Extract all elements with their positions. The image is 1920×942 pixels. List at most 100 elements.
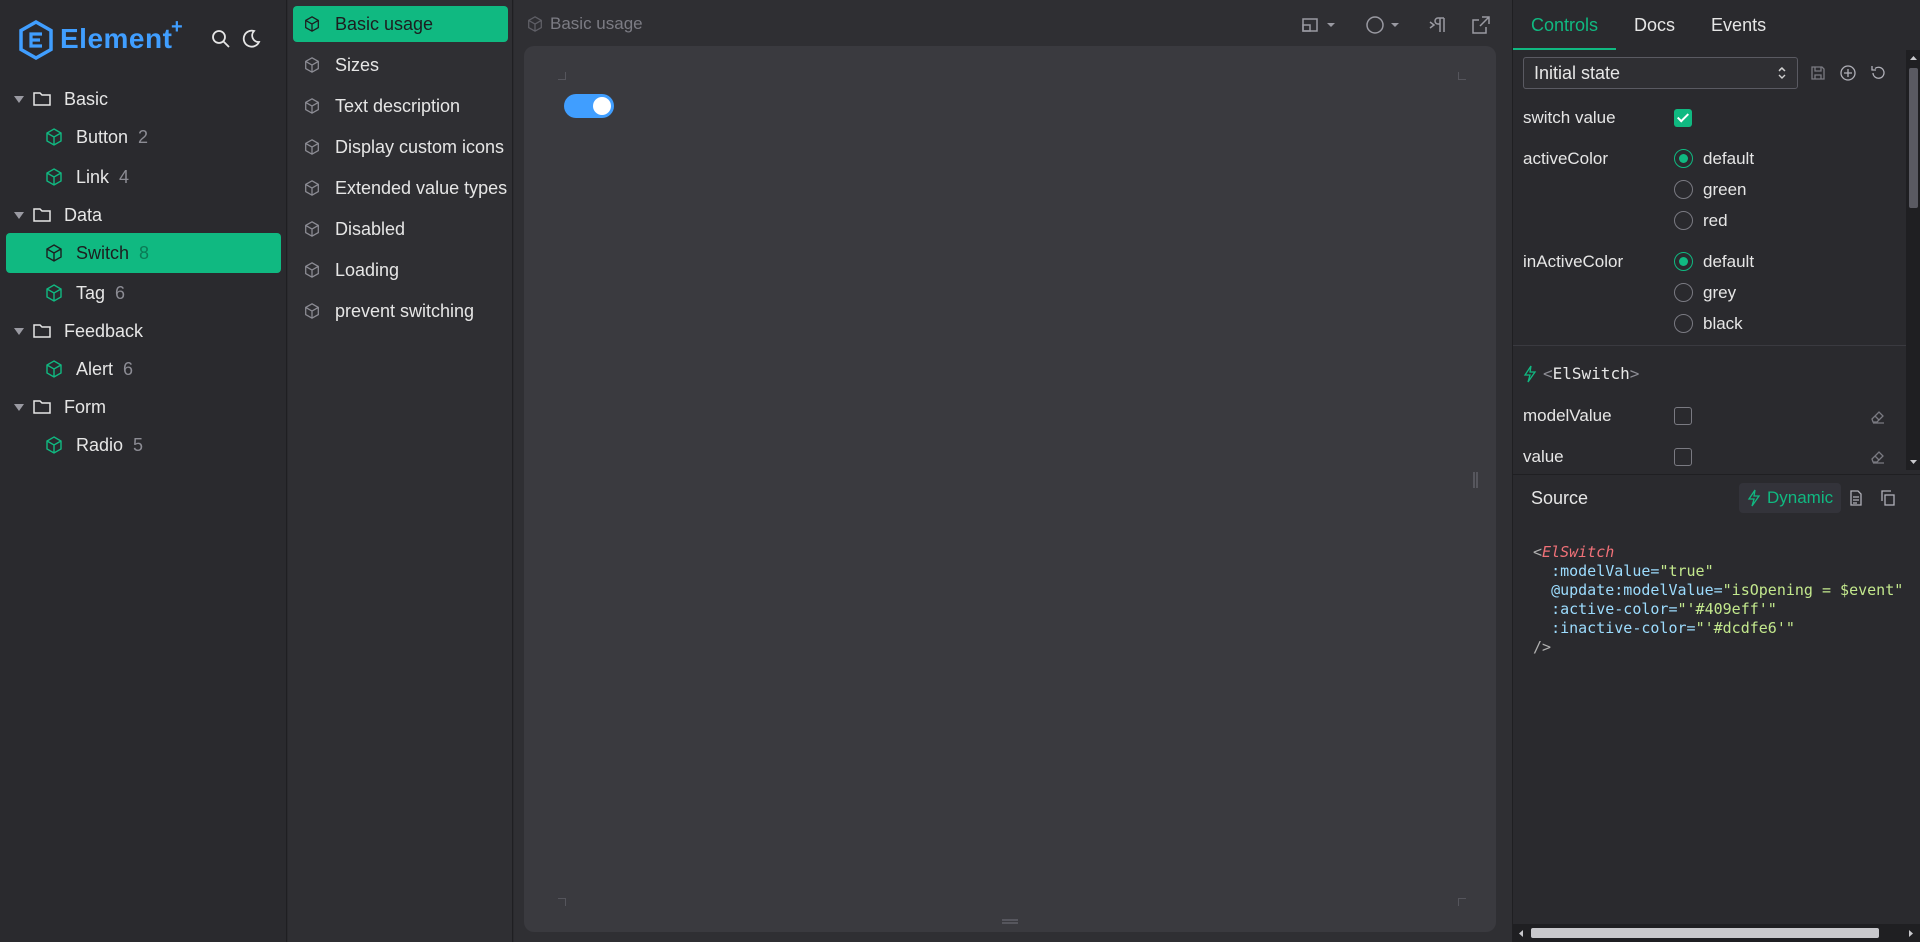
inactive-color-radio-grey[interactable] bbox=[1674, 283, 1693, 302]
story-text-description[interactable]: Text description bbox=[293, 88, 508, 124]
story-basic-usage[interactable]: Basic usage bbox=[293, 6, 508, 42]
inactive-color-radio-black[interactable] bbox=[1674, 314, 1693, 333]
tree-item-link[interactable]: Link 4 bbox=[34, 157, 284, 197]
story-count: 6 bbox=[123, 358, 134, 379]
active-color-radio-default[interactable] bbox=[1674, 149, 1693, 168]
story-label: Sizes bbox=[335, 54, 380, 75]
eraser-icon[interactable] bbox=[1869, 447, 1887, 465]
canvas-corner bbox=[1458, 898, 1466, 906]
chevron-down-icon[interactable] bbox=[1324, 14, 1338, 36]
story-loading[interactable]: Loading bbox=[293, 252, 508, 288]
code-value: "'#dcdfe6'" bbox=[1695, 619, 1795, 637]
active-color-radio-green[interactable] bbox=[1674, 180, 1693, 199]
scrollbar-thumb[interactable] bbox=[1531, 928, 1879, 938]
source-code: <ElSwitch :modelValue="true" @update:mod… bbox=[1533, 543, 1903, 657]
radio-label: black bbox=[1703, 314, 1743, 333]
component-cube-icon bbox=[46, 360, 62, 378]
tree-group-label: Data bbox=[64, 204, 103, 225]
caret-down-icon bbox=[14, 95, 24, 103]
radio-label: default bbox=[1703, 252, 1755, 271]
tab-events[interactable]: Events bbox=[1693, 0, 1784, 50]
story-count: 2 bbox=[138, 126, 149, 147]
sidebar: Element + Basic Button 2 Link 4 Data Swi… bbox=[0, 0, 287, 942]
story-prevent-switching[interactable]: prevent switching bbox=[293, 293, 508, 329]
component-cube-icon bbox=[46, 168, 62, 186]
component-bracket-open: < bbox=[1543, 364, 1553, 383]
code-punct: /> bbox=[1533, 638, 1552, 656]
value-checkbox[interactable] bbox=[1674, 448, 1692, 466]
code-attr: :active-color= bbox=[1551, 600, 1678, 618]
copy-icon[interactable] bbox=[1879, 489, 1897, 507]
scroll-left-arrow-icon[interactable] bbox=[1517, 929, 1525, 938]
save-state-icon[interactable] bbox=[1809, 64, 1827, 82]
el-switch-toggle[interactable] bbox=[564, 94, 614, 118]
element-logo-icon bbox=[19, 20, 53, 60]
tree-group-feedback[interactable]: Feedback bbox=[14, 311, 284, 351]
radio-label: red bbox=[1703, 211, 1728, 230]
updown-arrows-icon bbox=[1778, 67, 1786, 79]
code-punct: < bbox=[1533, 543, 1543, 561]
code-value: "'#409eff'" bbox=[1677, 600, 1777, 618]
source-label: Source bbox=[1531, 488, 1589, 508]
inactive-color-radio-default[interactable] bbox=[1674, 252, 1693, 271]
radio-label: default bbox=[1703, 149, 1755, 168]
story-disabled[interactable]: Disabled bbox=[293, 211, 508, 247]
resize-handle-horizontal-icon[interactable] bbox=[1000, 918, 1020, 926]
story-extended-value-types[interactable]: Extended value types bbox=[293, 170, 508, 206]
state-select[interactable]: Initial state ⌃ bbox=[1523, 57, 1798, 89]
switch-value-checkbox[interactable] bbox=[1674, 109, 1692, 127]
tree-group-basic[interactable]: Basic bbox=[14, 79, 284, 119]
background-color-icon[interactable] bbox=[1364, 14, 1386, 36]
story-display-custom-icons[interactable]: Display custom icons bbox=[293, 129, 508, 165]
tab-controls[interactable]: Controls bbox=[1513, 0, 1617, 50]
story-label: Basic usage bbox=[335, 13, 434, 34]
code-value: "isOpening = $event" bbox=[1722, 581, 1904, 599]
tree-item-label: Alert bbox=[76, 358, 114, 379]
tree-item-radio[interactable]: Radio 5 bbox=[34, 425, 284, 465]
logo[interactable]: Element + bbox=[18, 16, 198, 62]
static-source-document-icon[interactable] bbox=[1847, 489, 1865, 507]
dark-mode-moon-icon[interactable] bbox=[240, 28, 262, 50]
tree-item-button[interactable]: Button 2 bbox=[34, 117, 284, 157]
story-sizes[interactable]: Sizes bbox=[293, 47, 508, 83]
model-value-checkbox[interactable] bbox=[1674, 407, 1692, 425]
active-color-radio-red[interactable] bbox=[1674, 211, 1693, 230]
chevron-down-icon[interactable] bbox=[1388, 14, 1402, 36]
variant-cube-icon bbox=[305, 303, 319, 319]
source-bar: Source Dynamic bbox=[1513, 474, 1920, 520]
logo-text: Element bbox=[60, 23, 173, 54]
tree-group-form[interactable]: Form bbox=[14, 387, 284, 427]
story-label: prevent switching bbox=[335, 300, 475, 321]
panel-tabs: Controls Docs Events bbox=[1513, 0, 1920, 50]
tab-docs[interactable]: Docs bbox=[1616, 0, 1693, 50]
eraser-icon[interactable] bbox=[1869, 407, 1887, 425]
search-icon[interactable] bbox=[210, 28, 232, 50]
tree-item-switch[interactable]: Switch 8 bbox=[6, 233, 281, 273]
resize-handle-vertical-icon[interactable] bbox=[1472, 470, 1480, 490]
scroll-right-arrow-icon[interactable] bbox=[1907, 929, 1915, 938]
text-direction-icon[interactable] bbox=[1428, 14, 1450, 36]
responsive-size-icon[interactable] bbox=[1300, 14, 1322, 36]
story-label: Display custom icons bbox=[335, 136, 505, 157]
logo-plus: + bbox=[171, 16, 183, 38]
tree-item-tag[interactable]: Tag 6 bbox=[34, 273, 284, 313]
open-new-tab-icon[interactable] bbox=[1470, 14, 1492, 36]
dynamic-source-button[interactable]: Dynamic bbox=[1739, 483, 1842, 513]
scroll-down-arrow-icon[interactable] bbox=[1909, 458, 1918, 466]
story-count: 6 bbox=[115, 282, 126, 303]
tree-item-alert[interactable]: Alert 6 bbox=[34, 349, 284, 389]
tree-group-data[interactable]: Data bbox=[14, 195, 284, 235]
component-cube-icon bbox=[46, 284, 62, 302]
add-state-icon[interactable] bbox=[1839, 64, 1857, 82]
canvas-corner bbox=[1458, 72, 1466, 80]
scrollbar-thumb[interactable] bbox=[1909, 68, 1918, 208]
state-select-value: Initial state bbox=[1534, 63, 1621, 83]
source-horizontal-scrollbar[interactable] bbox=[1513, 924, 1920, 942]
controls-scrollbar[interactable] bbox=[1906, 50, 1920, 470]
logo-row: Element + bbox=[18, 16, 278, 62]
variant-cube-icon bbox=[305, 16, 319, 32]
reset-state-icon[interactable] bbox=[1869, 64, 1887, 82]
scroll-up-arrow-icon[interactable] bbox=[1909, 54, 1918, 62]
prop-label-value: value bbox=[1523, 447, 1564, 466]
radio-label: grey bbox=[1703, 283, 1737, 302]
